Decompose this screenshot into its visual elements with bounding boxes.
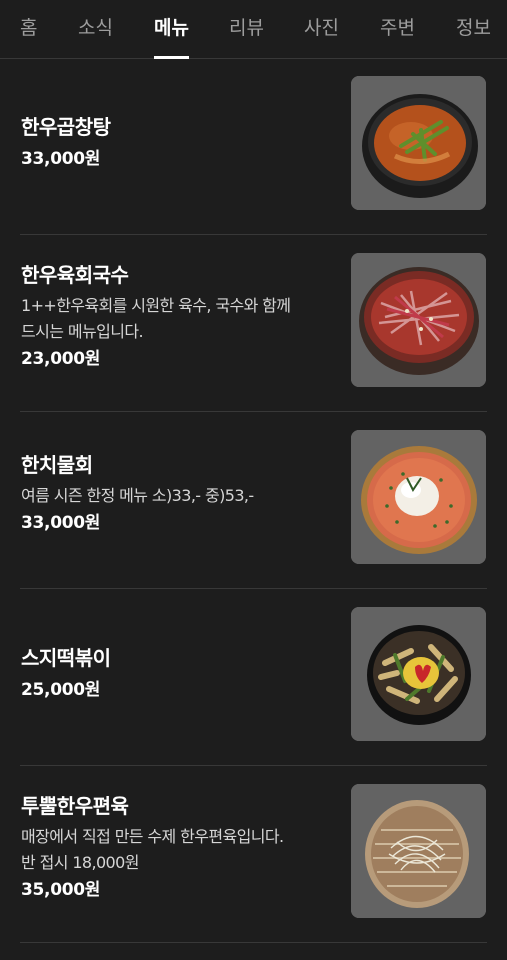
menu-item-text: 한우육회국수 1++한우육회를 시원한 육수, 국수와 함께 드시는 메뉴입니다… <box>21 261 337 373</box>
menu-item-name: 투뿔한우편육 <box>21 794 129 818</box>
menu-item-description: 여름 시즌 한정 메뉴 소)33,- 중)53,- <box>21 486 254 505</box>
sliced-boiled-beef-photo <box>351 784 486 918</box>
menu-item-name: 스지떡볶이 <box>21 646 111 670</box>
tab-menu[interactable]: 메뉴 <box>154 14 189 59</box>
menu-item-name: 한우곱창탕 <box>21 115 111 139</box>
menu-item-squid-cold-soup[interactable]: 한치물회 여름 시즌 한정 메뉴 소)33,- 중)53,- 33,000원 <box>0 412 507 589</box>
divider <box>20 942 487 943</box>
menu-item-text: 한우곱창탕 33,000원 <box>21 113 337 173</box>
menu-item-description: 드시는 메뉴입니다. <box>21 322 144 341</box>
menu-item-price: 33,000원 <box>21 513 101 533</box>
menu-item-name: 한우육회국수 <box>21 263 129 287</box>
tendon-tteokbokki-photo <box>351 607 486 741</box>
menu-item-text: 한치물회 여름 시즌 한정 메뉴 소)33,- 중)53,- 33,000원 <box>21 451 337 537</box>
squid-cold-soup-photo <box>351 430 486 564</box>
menu-item-price: 33,000원 <box>21 149 101 169</box>
tab-home[interactable]: 홈 <box>20 14 37 42</box>
beef-tripe-soup-photo <box>351 76 486 210</box>
tab-reviews[interactable]: 리뷰 <box>229 14 264 42</box>
menu-item-sliced-boiled-beef[interactable]: 투뿔한우편육 매장에서 직접 만든 수제 한우편육입니다. 반 접시 18,00… <box>0 766 507 943</box>
menu-item-price: 25,000원 <box>21 680 101 700</box>
menu-item-name: 한치물회 <box>21 453 93 477</box>
tab-info[interactable]: 정보 <box>456 14 491 42</box>
menu-item-description: 매장에서 직접 만든 수제 한우편육입니다. <box>21 827 284 846</box>
menu-item-text: 투뿔한우편육 매장에서 직접 만든 수제 한우편육입니다. 반 접시 18,00… <box>21 792 337 904</box>
tab-bar: 홈 소식 메뉴 리뷰 사진 주변 정보 <box>0 0 507 59</box>
menu-item-description: 반 접시 18,000원 <box>21 853 139 872</box>
menu-item-beef-tripe-soup[interactable]: 한우곱창탕 33,000원 <box>0 58 507 235</box>
tab-nearby[interactable]: 주변 <box>380 14 415 42</box>
menu-item-price: 35,000원 <box>21 880 101 900</box>
tab-news[interactable]: 소식 <box>78 14 113 42</box>
menu-item-description: 1++한우육회를 시원한 육수, 국수와 함께 <box>21 296 291 315</box>
menu-item-tendon-tteokbokki[interactable]: 스지떡볶이 25,000원 <box>0 589 507 766</box>
menu-item-beef-tartare-noodle[interactable]: 한우육회국수 1++한우육회를 시원한 육수, 국수와 함께 드시는 메뉴입니다… <box>0 235 507 412</box>
menu-item-price: 23,000원 <box>21 349 101 369</box>
tab-photos[interactable]: 사진 <box>304 14 339 42</box>
beef-tartare-noodle-photo <box>351 253 486 387</box>
menu-item-text: 스지떡볶이 25,000원 <box>21 644 337 704</box>
